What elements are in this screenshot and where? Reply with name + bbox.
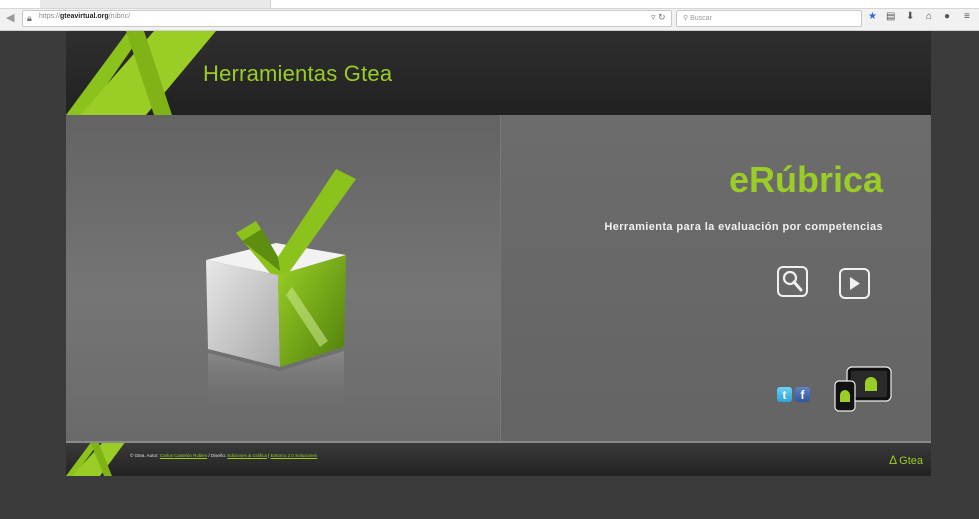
search-input[interactable]: ⚲ Buscar (676, 10, 862, 27)
hero-image-panel (66, 115, 500, 441)
home-icon[interactable]: ⌂ (926, 11, 932, 23)
back-icon[interactable]: ◀ (6, 12, 18, 24)
site-title[interactable]: Herramientas Gtea (203, 61, 392, 87)
tab-strip (0, 0, 979, 9)
address-url: https://gteavirtual.org/rubric/ (39, 13, 130, 20)
app-subtitle: Herramienta para la evaluación por compe… (604, 221, 883, 233)
url-prefix: https:// (39, 13, 61, 20)
solutions-link[interactable]: Entorno 2.0 Soluciones (271, 453, 318, 458)
site-header: Herramientas Gtea (66, 31, 931, 115)
hero-info-panel: eRúbrica Herramienta para la evaluación … (500, 115, 931, 441)
browser-tab[interactable] (40, 0, 271, 8)
address-bar[interactable]: 🔒︎ https://gteavirtual.org/rubric/ ▿ ↻ (22, 10, 672, 27)
chat-icon[interactable]: ● (944, 11, 950, 23)
search-placeholder: Buscar (690, 15, 712, 22)
gtea-x-small-logo-icon (66, 443, 125, 476)
footer-credits: © Gtea. Autor: Carlos Castelón Robles / … (130, 453, 317, 458)
android-app-icon[interactable] (833, 365, 893, 413)
gtea-x-logo-icon (66, 31, 216, 115)
browser-toolbar: ◀ 🔒︎ https://gteavirtual.org/rubric/ ▿ ↻… (0, 0, 979, 31)
url-path: /rubric/ (108, 13, 131, 20)
play-video-button[interactable] (839, 268, 870, 299)
reading-list-icon[interactable]: ▤ (886, 11, 895, 23)
reload-icon[interactable]: ▿ ↻ (651, 12, 666, 23)
url-domain: gteavirtual.org (60, 13, 109, 20)
ballot-box-check-icon (206, 169, 356, 415)
menu-icon[interactable]: ≡ (964, 11, 970, 23)
author-link[interactable]: Carlos Castelón Robles (160, 453, 207, 458)
lock-icon: 🔒︎ (27, 13, 32, 23)
page-container: Herramientas Gtea eRúbrica Herramienta p… (66, 31, 931, 476)
design-link[interactable]: Ediciones & Gráfica (227, 453, 267, 458)
download-icon[interactable]: ⬇ (906, 11, 914, 23)
magnifier-icon (782, 270, 803, 292)
facebook-icon[interactable]: f (795, 387, 810, 402)
play-icon (850, 277, 860, 290)
design-label: / Diseño: (207, 453, 227, 458)
twitter-icon[interactable]: t (777, 387, 792, 402)
site-footer: © Gtea. Autor: Carlos Castelón Robles / … (66, 441, 931, 476)
footer-copyright: © Gtea. Autor: (130, 453, 159, 458)
app-title: eRúbrica (728, 159, 883, 200)
delta-logo-icon: Δ (889, 453, 898, 467)
gtea-logo-text: Gtea (899, 455, 923, 467)
gtea-footer-logo[interactable]: Δ Gtea (889, 453, 923, 467)
search-button[interactable] (777, 266, 808, 297)
bookmark-star-icon[interactable]: ★ (868, 11, 877, 23)
